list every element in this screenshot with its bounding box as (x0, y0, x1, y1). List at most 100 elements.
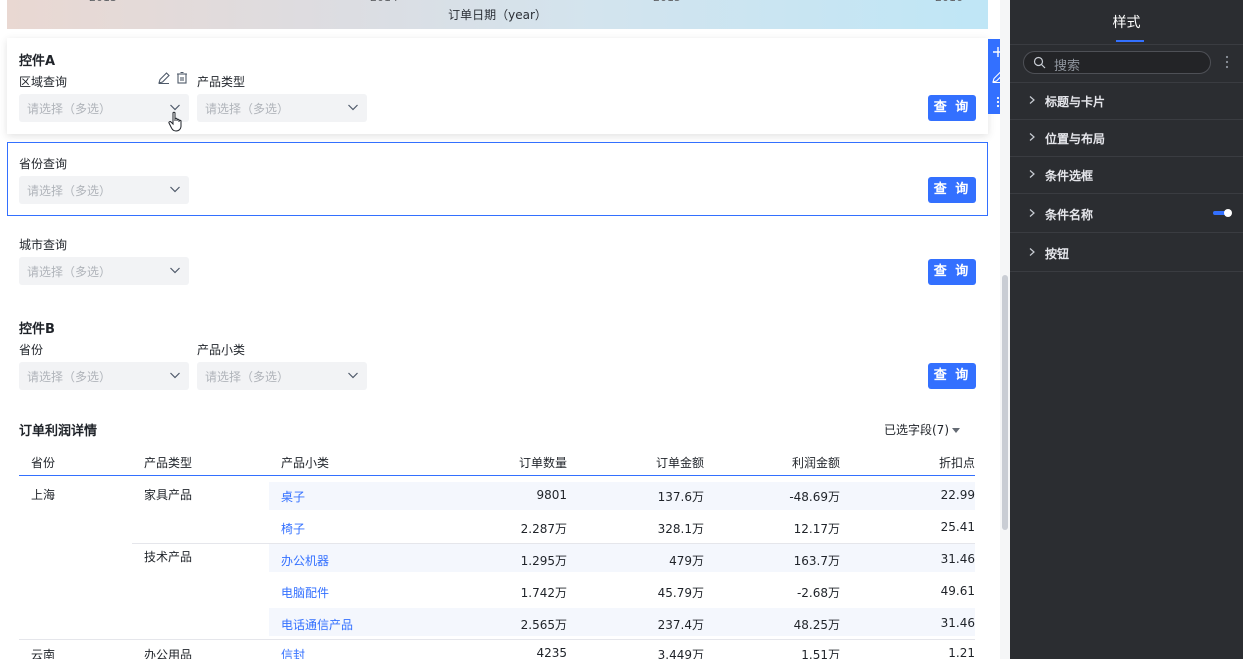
column-header[interactable]: 产品小类 (281, 454, 329, 471)
cell-discount: 31.46 (940, 616, 975, 630)
column-header[interactable]: 折扣点 (939, 454, 975, 471)
province-b-select[interactable]: 请选择（多选） (19, 362, 189, 390)
cell-subcategory[interactable]: 椅子 (281, 520, 305, 537)
subcategory-label: 产品小类 (197, 343, 246, 357)
caret-down-icon (952, 428, 960, 433)
cell-profit: 12.17万 (793, 522, 840, 536)
control-b-title: 控件B (19, 322, 55, 337)
search-placeholder: 搜索 (1054, 59, 1081, 74)
cell-amount: 237.4万 (657, 618, 704, 632)
subcategory-select[interactable]: 请选择（多选） (197, 362, 367, 390)
style-panel: 样式 搜索 标题与卡片 位置与布局 条件选框 条件名称 按钮 (1010, 0, 1243, 659)
cell-discount: 1.21 (948, 646, 975, 659)
axis-tick: 2013 (89, 0, 117, 4)
select-placeholder: 请选择（多选） (27, 102, 112, 116)
control-a-query-button[interactable]: 查 询 (928, 95, 976, 121)
province-query-label: 省份查询 (19, 157, 68, 171)
section-label: 条件名称 (1045, 208, 1094, 222)
city-select[interactable]: 请选择（多选） (19, 257, 189, 285)
province-label: 省份 (19, 343, 44, 357)
field-hover-tools (157, 71, 189, 87)
select-placeholder: 请选择（多选） (27, 265, 112, 279)
chevron-down-icon (170, 186, 180, 193)
province-query-button[interactable]: 查 询 (928, 177, 976, 203)
cell-amount: 3.449万 (657, 648, 704, 659)
column-header[interactable]: 产品类型 (144, 454, 192, 471)
canvas-scrollbar-thumb[interactable] (1002, 275, 1008, 530)
province-query-card[interactable]: 省份查询 请选择（多选） 查 询 (7, 142, 988, 216)
more-icon[interactable] (1222, 54, 1232, 70)
cell-qty: 2.287万 (520, 522, 567, 536)
table-row[interactable] (269, 608, 975, 636)
column-header[interactable]: 订单数量 (519, 454, 567, 471)
column-header[interactable]: 利润金额 (792, 454, 840, 471)
section-condition-box[interactable]: 条件选框 (1010, 156, 1243, 193)
x-axis-title: 订单日期（year） (448, 8, 547, 22)
product-type-select[interactable]: 请选择（多选） (197, 94, 367, 122)
order-profit-table: 订单利润详情 已选字段(7) 省份 产品类型 产品小类 订单数量 订单金额 利润… (7, 412, 988, 659)
cell-type: 技术产品 (144, 550, 193, 564)
chevron-right-icon (1029, 209, 1035, 217)
cell-subcategory[interactable]: 电话通信产品 (281, 616, 353, 633)
cell-profit: -2.68万 (796, 586, 840, 600)
cell-profit: 163.7万 (793, 554, 840, 568)
table-row[interactable] (269, 544, 975, 572)
control-a-title: 控件A (19, 54, 56, 69)
control-b-card[interactable]: 控件B 省份 产品小类 请选择（多选） 请选择（多选） 查 询 (7, 306, 988, 402)
cell-qty: 4235 (536, 646, 567, 659)
cell-amount: 479万 (669, 554, 704, 568)
cell-profit: -48.69万 (789, 490, 840, 504)
cell-profit: 48.25万 (793, 618, 840, 632)
control-b-query-button[interactable]: 查 询 (928, 363, 976, 389)
cell-discount: 22.99 (940, 488, 975, 502)
field-picker-label: 已选字段(7) (884, 423, 949, 437)
chevron-down-icon (348, 372, 358, 379)
cell-subcategory[interactable]: 信封 (281, 646, 305, 659)
hand-cursor-icon (168, 111, 182, 132)
region-query-label: 区域查询 (19, 75, 68, 89)
product-type-label: 产品类型 (197, 75, 246, 89)
row-divider (19, 639, 975, 640)
cell-amount: 137.6万 (657, 490, 704, 504)
cell-subcategory[interactable]: 办公机器 (281, 552, 329, 569)
active-tab-indicator (1116, 40, 1144, 42)
cell-discount: 31.46 (940, 552, 975, 566)
section-label: 位置与布局 (1045, 132, 1106, 146)
field-picker-button[interactable]: 已选字段(7) (884, 421, 960, 438)
chevron-right-icon (1029, 248, 1035, 256)
column-header[interactable]: 省份 (31, 454, 55, 471)
table-body: 上海 家具产品 桌子 9801 137.6万 -48.69万 22.99 椅子 … (19, 476, 975, 659)
table-row[interactable] (269, 482, 975, 510)
chevron-down-icon (170, 372, 180, 379)
select-placeholder: 请选择（多选） (205, 370, 290, 384)
city-query-button[interactable]: 查 询 (928, 259, 976, 285)
section-button[interactable]: 按钮 (1010, 234, 1243, 271)
control-a-card[interactable]: 控件A 区域查询 产品类型 请选择（多选） 请选择（多选） 查 询 (7, 38, 988, 134)
section-title-card[interactable]: 标题与卡片 (1010, 82, 1243, 119)
column-header[interactable]: 订单金额 (656, 454, 704, 471)
cell-subcategory[interactable]: 桌子 (281, 488, 305, 505)
edit-icon[interactable] (157, 71, 171, 85)
search-icon (1033, 56, 1046, 69)
condition-name-toggle[interactable] (1213, 208, 1233, 218)
region-select[interactable]: 请选择（多选） (19, 94, 189, 122)
section-position-layout[interactable]: 位置与布局 (1010, 119, 1243, 156)
panel-search-input[interactable]: 搜索 (1023, 51, 1211, 74)
delete-icon[interactable] (175, 71, 189, 85)
table-header: 省份 产品类型 产品小类 订单数量 订单金额 利润金额 折扣点 (19, 446, 975, 476)
divider (1010, 193, 1243, 194)
cell-province: 上海 (31, 488, 56, 502)
city-query-card[interactable]: 城市查询 请选择（多选） 查 询 (7, 224, 988, 298)
divider (1010, 44, 1243, 45)
cell-qty: 1.295万 (520, 554, 567, 568)
section-condition-name[interactable]: 条件名称 (1010, 195, 1243, 232)
cell-discount: 49.61 (940, 584, 975, 598)
cell-subcategory[interactable]: 电脑配件 (281, 584, 329, 601)
divider (1010, 232, 1243, 233)
axis-tick: 2016 (935, 0, 963, 4)
province-select[interactable]: 请选择（多选） (19, 176, 189, 204)
cell-qty: 9801 (536, 488, 567, 502)
cell-type: 办公用品 (144, 648, 193, 659)
tab-style[interactable]: 样式 (1010, 0, 1243, 44)
cell-amount: 328.1万 (657, 522, 704, 536)
